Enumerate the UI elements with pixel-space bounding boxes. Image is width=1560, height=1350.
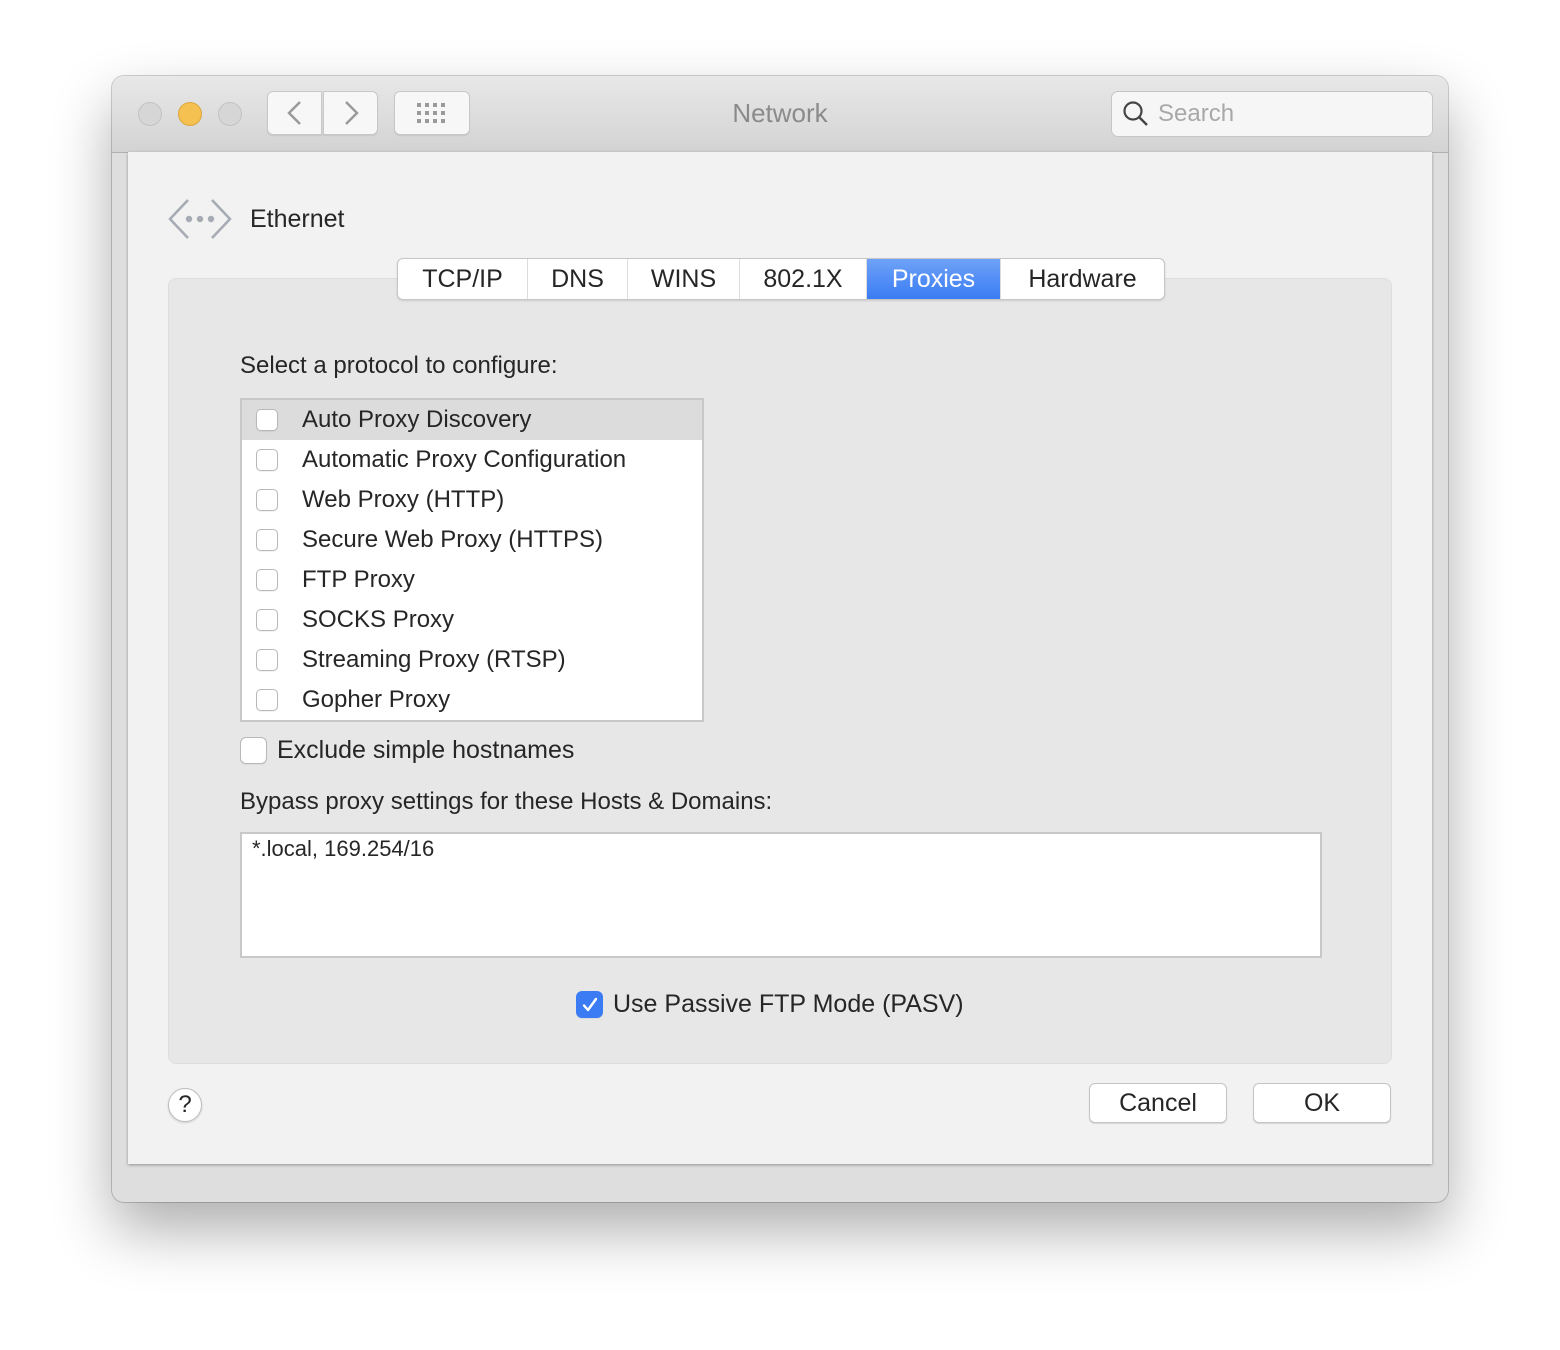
protocol-checkbox[interactable]	[256, 489, 278, 511]
protocol-label: Auto Proxy Discovery	[302, 406, 532, 433]
protocol-item[interactable]: Streaming Proxy (RTSP)	[242, 640, 702, 680]
protocol-label: FTP Proxy	[302, 566, 415, 593]
advanced-settings-sheet: Ethernet TCP/IP DNS WINS 802.1X Proxies …	[128, 152, 1432, 1164]
tab-hardware[interactable]: Hardware	[1001, 259, 1164, 299]
protocol-list[interactable]: Auto Proxy Discovery Automatic Proxy Con…	[240, 398, 704, 722]
settings-tabs: TCP/IP DNS WINS 802.1X Proxies Hardware	[397, 258, 1165, 300]
protocol-item[interactable]: Auto Proxy Discovery	[242, 400, 702, 440]
tab-tcpip[interactable]: TCP/IP	[398, 259, 528, 299]
protocol-checkbox[interactable]	[256, 609, 278, 631]
tab-8021x[interactable]: 802.1X	[740, 259, 867, 299]
protocol-label: Automatic Proxy Configuration	[302, 446, 627, 473]
protocol-checkbox[interactable]	[256, 649, 278, 671]
protocol-label: Streaming Proxy (RTSP)	[302, 646, 566, 673]
protocol-item[interactable]: Automatic Proxy Configuration	[242, 440, 702, 480]
bypass-hosts-textarea[interactable]: *.local, 169.254/16	[240, 832, 1322, 958]
title-bar: Network	[112, 76, 1448, 153]
protocol-label: Web Proxy (HTTP)	[302, 486, 505, 513]
protocol-label: SOCKS Proxy	[302, 606, 455, 633]
protocol-checkbox[interactable]	[256, 569, 278, 591]
help-button[interactable]: ?	[168, 1088, 202, 1122]
passive-ftp-label: Use Passive FTP Mode (PASV)	[613, 990, 964, 1018]
protocol-item[interactable]: Secure Web Proxy (HTTPS)	[242, 520, 702, 560]
protocol-prompt: Select a protocol to configure:	[240, 352, 558, 379]
ethernet-icon	[168, 199, 232, 239]
bypass-label: Bypass proxy settings for these Hosts & …	[240, 788, 773, 815]
cancel-button[interactable]: Cancel	[1089, 1083, 1227, 1123]
passive-ftp-mode[interactable]: Use Passive FTP Mode (PASV)	[576, 990, 964, 1019]
tab-dns[interactable]: DNS	[528, 259, 628, 299]
exclude-simple-hostnames[interactable]: Exclude simple hostnames	[240, 736, 574, 765]
search-field[interactable]	[1111, 91, 1433, 137]
protocol-item[interactable]: SOCKS Proxy	[242, 600, 702, 640]
protocol-item[interactable]: Web Proxy (HTTP)	[242, 480, 702, 520]
tab-proxies[interactable]: Proxies	[867, 259, 1001, 299]
tab-wins[interactable]: WINS	[628, 259, 740, 299]
protocol-checkbox[interactable]	[256, 529, 278, 551]
protocol-checkbox[interactable]	[256, 409, 278, 431]
checkmark-icon	[582, 997, 597, 1011]
passive-ftp-checkbox[interactable]	[576, 991, 603, 1018]
exclude-simple-hostnames-checkbox[interactable]	[240, 737, 267, 764]
protocol-label: Gopher Proxy	[302, 686, 451, 713]
exclude-simple-hostnames-label: Exclude simple hostnames	[277, 736, 575, 764]
protocol-checkbox[interactable]	[256, 689, 278, 711]
interface-header: Ethernet	[168, 198, 345, 240]
protocol-item[interactable]: Gopher Proxy	[242, 680, 702, 720]
protocol-item[interactable]: FTP Proxy	[242, 560, 702, 600]
ok-button[interactable]: OK	[1253, 1083, 1391, 1123]
search-input[interactable]	[1156, 99, 1420, 129]
interface-name: Ethernet	[250, 204, 345, 233]
network-preferences-window: Network Ethernet TCP/IP DNS WINS 802.1X …	[112, 76, 1448, 1202]
protocol-label: Secure Web Proxy (HTTPS)	[302, 526, 603, 553]
search-icon	[1123, 101, 1148, 126]
protocol-checkbox[interactable]	[256, 449, 278, 471]
